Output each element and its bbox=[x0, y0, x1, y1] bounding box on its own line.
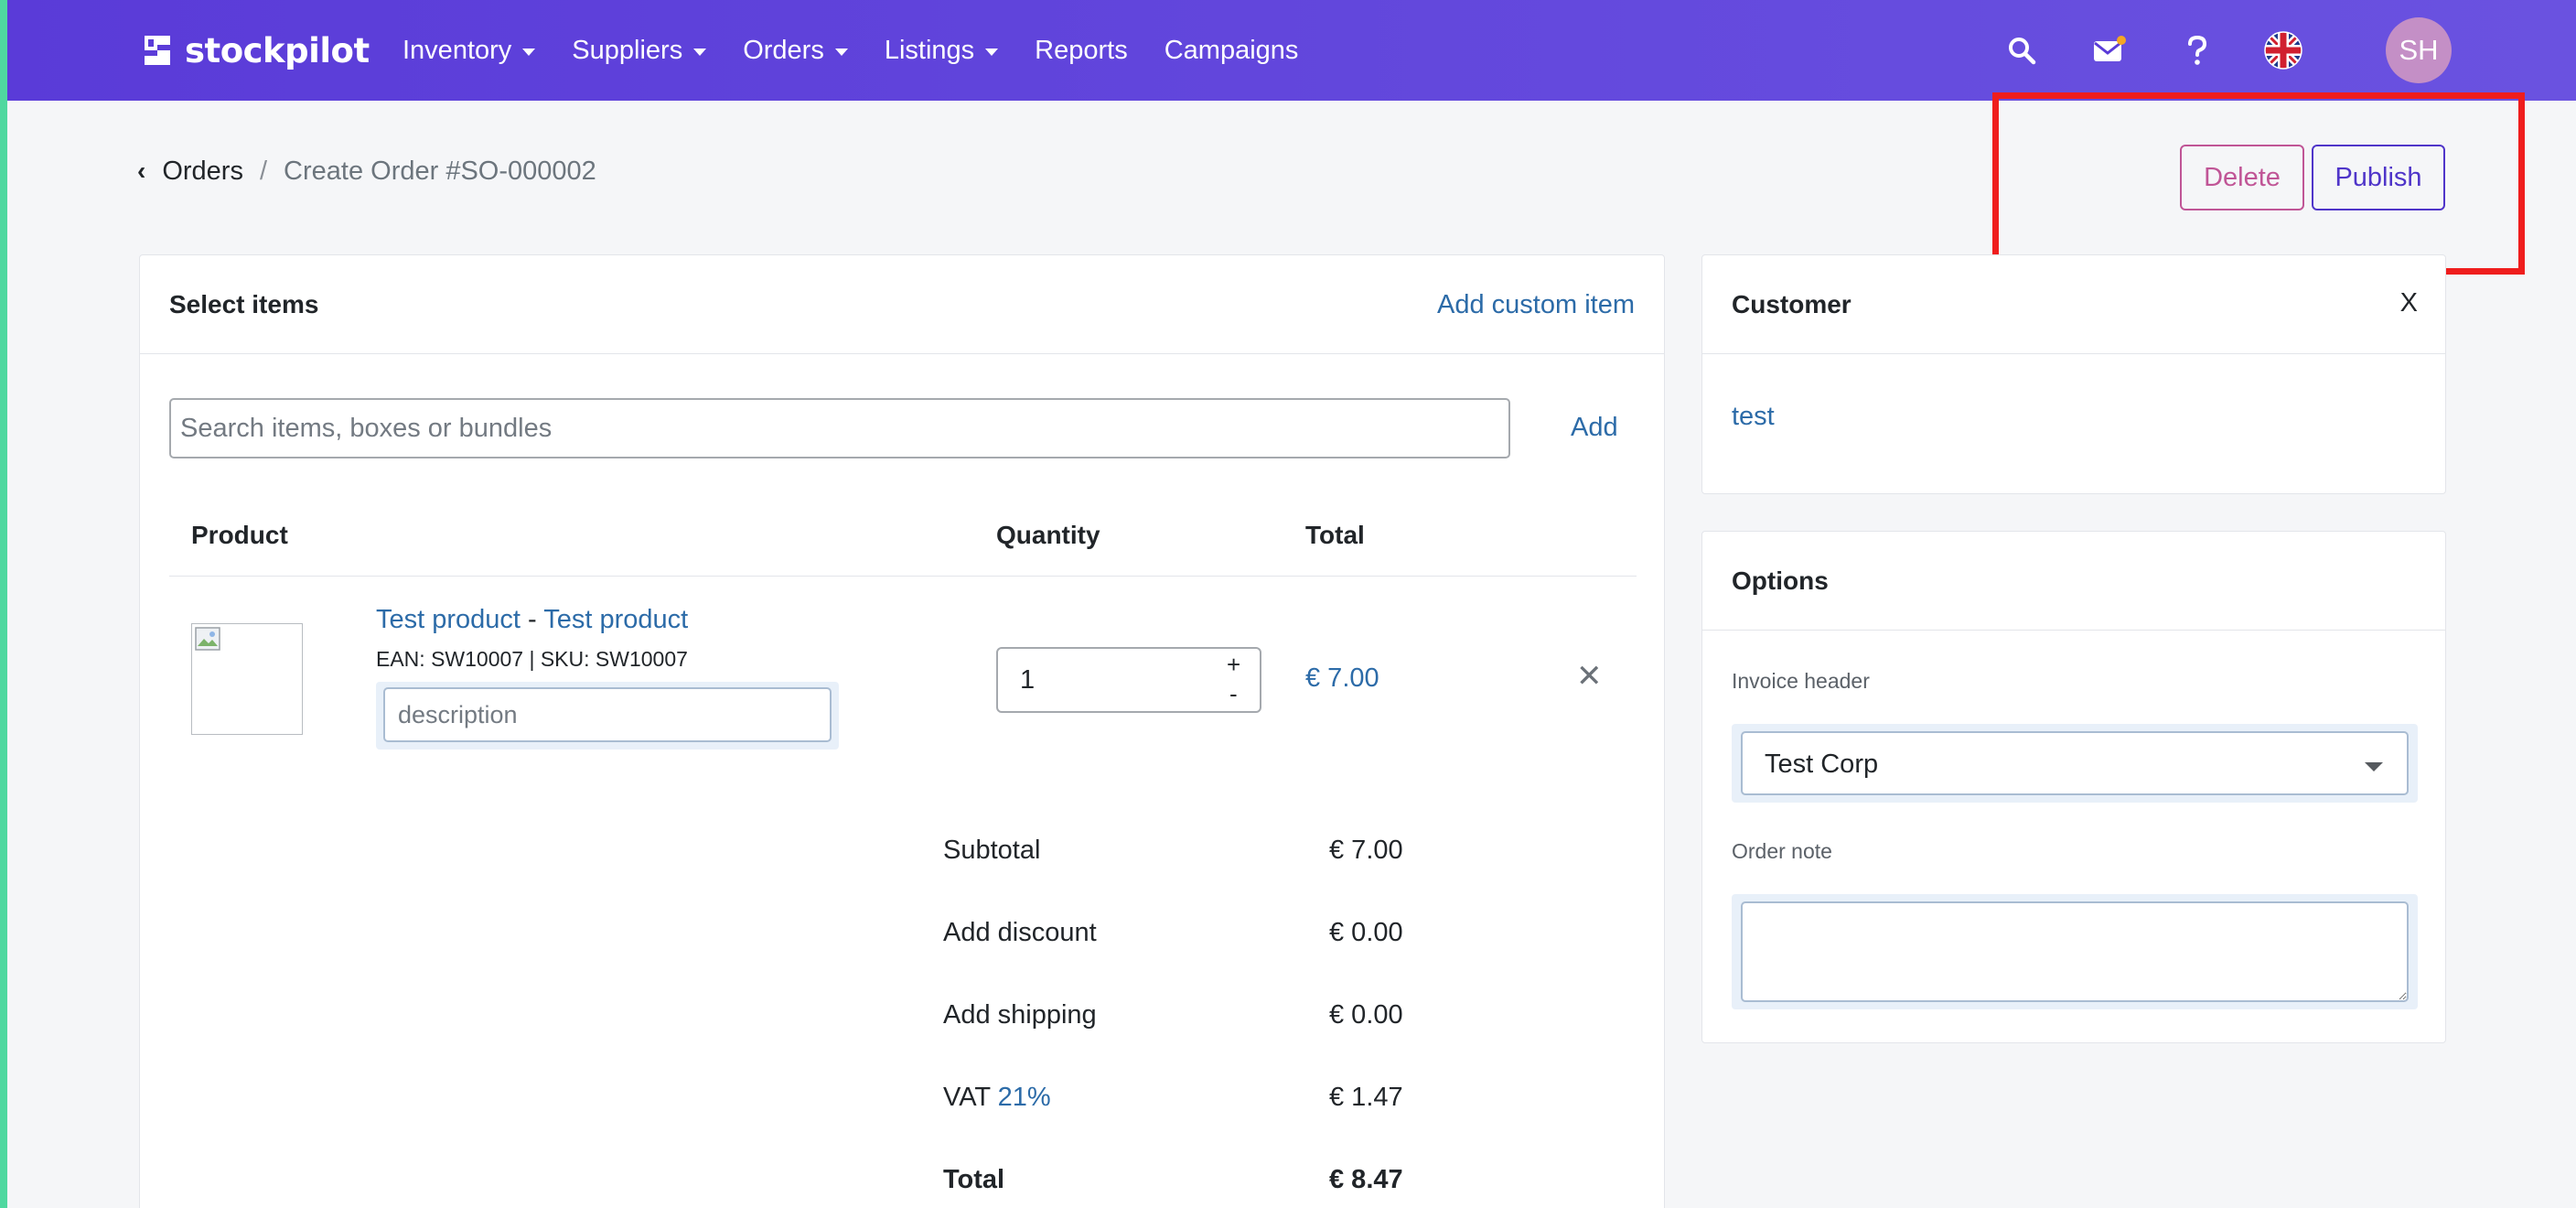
shipping-value: € 0.00 bbox=[1329, 1000, 1403, 1030]
vat-value: € 1.47 bbox=[1329, 1083, 1403, 1112]
vat-row-label: VAT 21% bbox=[943, 1083, 1051, 1113]
search-icon[interactable] bbox=[2002, 30, 2042, 70]
caret-down-icon bbox=[693, 49, 707, 56]
delete-button[interactable]: Delete bbox=[2180, 145, 2304, 210]
customer-card: Customer X test bbox=[1701, 254, 2446, 494]
quantity-increment-button[interactable]: + bbox=[1227, 651, 1240, 679]
breadcrumb-separator: / bbox=[259, 156, 268, 186]
breadcrumb: ‹ Orders / Create Order #SO-000002 bbox=[137, 150, 596, 192]
invoice-header-label: Invoice header bbox=[1732, 669, 1870, 693]
column-header-quantity: Quantity bbox=[996, 521, 1100, 549]
add-shipping-link[interactable]: Add shipping bbox=[943, 1000, 1097, 1030]
subtotal-value: € 7.00 bbox=[1329, 836, 1403, 865]
nav-label: Orders bbox=[743, 35, 824, 65]
nav-suppliers[interactable]: Suppliers bbox=[572, 35, 707, 66]
nav-label: Listings bbox=[884, 35, 975, 65]
broken-image-icon bbox=[195, 627, 220, 651]
invoice-header-value: Test Corp bbox=[1765, 750, 1879, 779]
add-discount-link[interactable]: Add discount bbox=[943, 918, 1097, 948]
subtotal-label: Subtotal bbox=[943, 836, 1041, 865]
chevron-left-icon[interactable]: ‹ bbox=[137, 156, 145, 186]
breadcrumb-current: Create Order #SO-000002 bbox=[284, 156, 596, 186]
order-note-label: Order note bbox=[1732, 839, 1832, 863]
vat-rate-link[interactable]: 21% bbox=[998, 1083, 1051, 1112]
card-title: Customer bbox=[1732, 290, 1852, 318]
nav-label: Suppliers bbox=[572, 35, 683, 65]
total-label: Total bbox=[943, 1165, 1005, 1194]
add-custom-item-link[interactable]: Add custom item bbox=[1437, 290, 1635, 320]
card-title: Select items bbox=[169, 290, 319, 318]
product-image bbox=[191, 623, 303, 735]
nav-label: Campaigns bbox=[1164, 35, 1299, 65]
total-value: € 8.47 bbox=[1329, 1165, 1403, 1194]
column-header-product: Product bbox=[191, 521, 288, 549]
nav-campaigns[interactable]: Campaigns bbox=[1165, 36, 1299, 66]
top-navbar: stockpilot Inventory Suppliers Orders Li… bbox=[7, 0, 2576, 101]
card-header: Select items Add custom item bbox=[140, 255, 1664, 354]
nav-inventory[interactable]: Inventory bbox=[402, 35, 536, 66]
order-note-textarea[interactable] bbox=[1741, 901, 2409, 1002]
brand[interactable]: stockpilot bbox=[139, 27, 370, 73]
customer-name-link[interactable]: test bbox=[1732, 402, 1775, 432]
product-name: Test product - Test product bbox=[376, 605, 688, 635]
mail-icon[interactable] bbox=[2089, 30, 2130, 70]
discount-value: € 0.00 bbox=[1329, 918, 1403, 947]
product-codes: EAN: SW10007 | SKU: SW10007 bbox=[376, 647, 688, 671]
vat-label: VAT bbox=[943, 1083, 991, 1112]
caret-down-icon bbox=[522, 49, 536, 56]
stockpilot-logo-icon bbox=[145, 36, 170, 65]
name-separator: - bbox=[528, 605, 537, 634]
quantity-value[interactable]: 1 bbox=[1020, 665, 1035, 696]
quantity-decrement-button[interactable]: - bbox=[1229, 680, 1238, 708]
order-note-wrapper bbox=[1732, 894, 2418, 1009]
nav-reports[interactable]: Reports bbox=[1035, 36, 1128, 66]
notification-dot bbox=[2117, 36, 2126, 45]
nav-label: Reports bbox=[1035, 35, 1128, 65]
brand-name: stockpilot bbox=[185, 30, 370, 70]
breadcrumb-orders-link[interactable]: Orders bbox=[162, 156, 243, 187]
user-avatar[interactable]: SH bbox=[2386, 17, 2452, 83]
select-items-card: Select items Add custom item Add Product… bbox=[139, 254, 1665, 1208]
caret-down-icon bbox=[834, 49, 848, 56]
caret-down-icon bbox=[2365, 762, 2383, 771]
remove-customer-button[interactable]: X bbox=[2400, 288, 2418, 318]
nav-orders[interactable]: Orders bbox=[743, 36, 848, 66]
card-title: Options bbox=[1732, 566, 1829, 595]
variant-link[interactable]: Test product bbox=[543, 605, 688, 634]
invoice-header-select[interactable]: Test Corp bbox=[1741, 731, 2409, 795]
help-icon[interactable] bbox=[2177, 30, 2217, 70]
left-edge-strip bbox=[0, 0, 7, 1208]
caret-down-icon bbox=[985, 49, 999, 56]
quantity-stepper[interactable]: 1 + - bbox=[996, 647, 1261, 713]
nav-listings[interactable]: Listings bbox=[884, 35, 999, 66]
main-nav: Inventory Suppliers Orders Listings Repo… bbox=[402, 0, 1298, 101]
nav-label: Inventory bbox=[402, 35, 512, 65]
publish-button[interactable]: Publish bbox=[2312, 145, 2445, 210]
product-link[interactable]: Test product bbox=[376, 605, 521, 634]
description-input[interactable] bbox=[383, 687, 832, 742]
column-header-total: Total bbox=[1305, 521, 1365, 549]
add-item-button[interactable]: Add bbox=[1571, 413, 1618, 443]
card-header: Customer X bbox=[1702, 255, 2445, 354]
card-header: Options bbox=[1702, 532, 2445, 631]
description-field-wrapper bbox=[376, 682, 839, 750]
header-divider bbox=[169, 576, 1637, 577]
invoice-header-select-wrapper: Test Corp bbox=[1732, 724, 2418, 803]
row-total: € 7.00 bbox=[1305, 663, 1379, 693]
options-card: Options Invoice header Test Corp Order n… bbox=[1701, 531, 2446, 1043]
remove-item-icon[interactable]: ✕ bbox=[1576, 658, 1603, 695]
item-search-input[interactable] bbox=[169, 398, 1510, 458]
uk-flag-icon[interactable] bbox=[2263, 30, 2303, 70]
